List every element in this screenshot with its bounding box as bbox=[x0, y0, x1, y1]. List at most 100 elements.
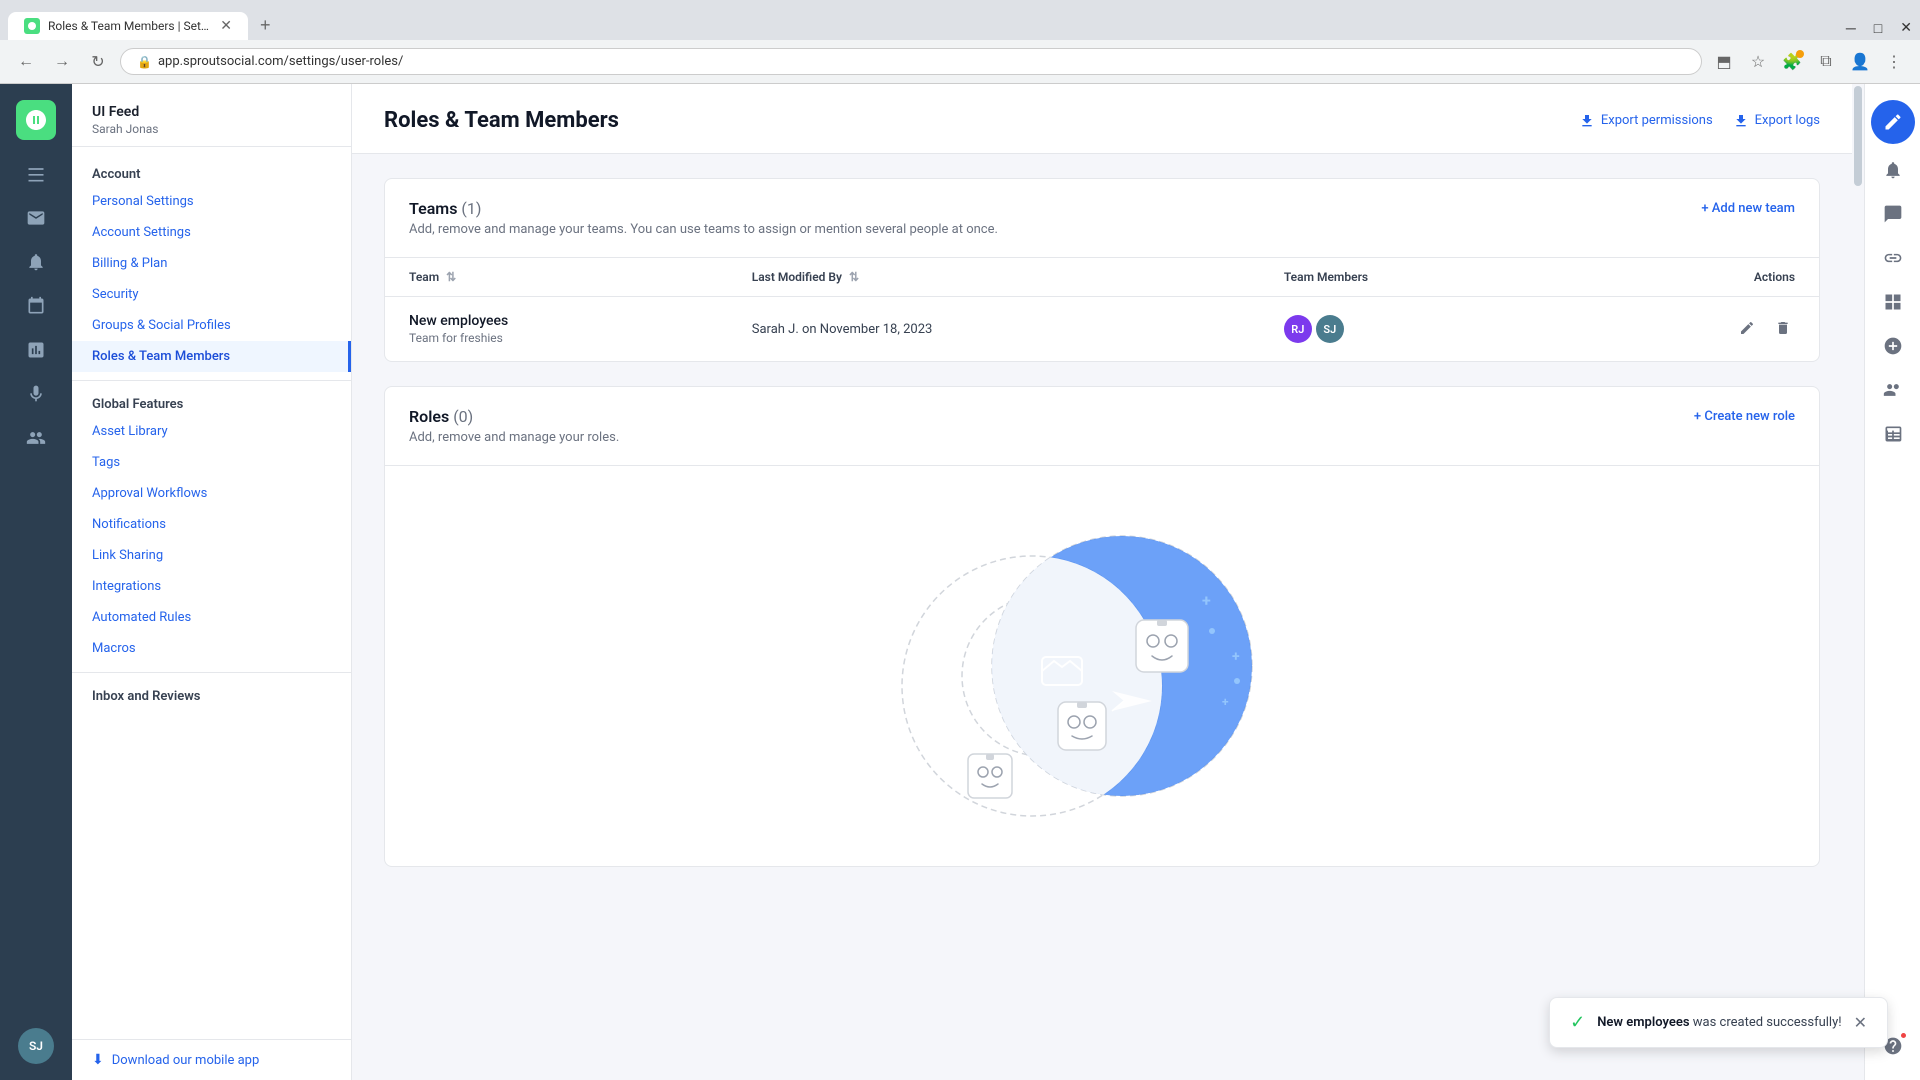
maximize-button[interactable]: □ bbox=[1866, 15, 1890, 40]
tab-favicon bbox=[24, 18, 40, 34]
toast-message: New employees was created successfully! bbox=[1597, 1015, 1841, 1030]
user-check-rail-icon bbox=[1883, 380, 1903, 400]
left-nav-rail: SJ bbox=[0, 84, 72, 1080]
grid-rail-button[interactable] bbox=[1875, 284, 1911, 320]
export-permissions-label: Export permissions bbox=[1601, 113, 1713, 128]
add-circle-rail-icon bbox=[1883, 336, 1903, 356]
profile-button[interactable]: 👤 bbox=[1846, 48, 1874, 76]
org-name: UI Feed bbox=[92, 104, 331, 120]
team-sort-icon[interactable]: ⇅ bbox=[446, 270, 456, 284]
toast-message-bold: New employees bbox=[1597, 1015, 1689, 1030]
toast-close-button[interactable]: ✕ bbox=[1854, 1013, 1867, 1033]
sidebar-item-personal-settings[interactable]: Personal Settings bbox=[72, 186, 351, 217]
sidebar-toggle-button[interactable]: ⧉ bbox=[1812, 48, 1840, 76]
sidebar-item-tags[interactable]: Tags bbox=[72, 447, 351, 478]
sidebar-footer: ⬇ Download our mobile app bbox=[72, 1039, 351, 1080]
sidebar-item-macros[interactable]: Macros bbox=[72, 633, 351, 664]
teams-title-area: Teams (1) Add, remove and manage your te… bbox=[409, 199, 998, 237]
nav-feed-icon[interactable] bbox=[18, 156, 54, 192]
right-rail bbox=[1864, 84, 1920, 1080]
download-app-link[interactable]: ⬇ Download our mobile app bbox=[92, 1052, 331, 1068]
main-scrollable: Roles & Team Members Export permissions … bbox=[352, 84, 1852, 1080]
download-icon: ⬇ bbox=[92, 1052, 104, 1068]
sidebar-item-billing-plan[interactable]: Billing & Plan bbox=[72, 248, 351, 279]
nav-team-icon[interactable] bbox=[18, 420, 54, 456]
add-team-button[interactable]: + Add new team bbox=[1701, 199, 1795, 216]
svg-text:+: + bbox=[1232, 649, 1240, 665]
browser-tab[interactable]: Roles & Team Members | Settin... ✕ bbox=[8, 12, 248, 40]
refresh-button[interactable]: ↻ bbox=[84, 48, 112, 76]
nav-notifications-icon[interactable] bbox=[18, 244, 54, 280]
sidebar-header: UI Feed Sarah Jonas bbox=[72, 84, 351, 147]
col-actions: Actions bbox=[1568, 258, 1819, 297]
compose-button[interactable] bbox=[1871, 100, 1915, 144]
address-bar[interactable]: 🔒 app.sproutsocial.com/settings/user-rol… bbox=[120, 48, 1702, 75]
team-name: New employees bbox=[409, 313, 704, 329]
delete-team-button[interactable] bbox=[1771, 316, 1795, 343]
messages-rail-button[interactable] bbox=[1875, 196, 1911, 232]
sidebar-section-global: Global Features bbox=[72, 389, 351, 416]
user-avatar[interactable]: SJ bbox=[18, 1028, 54, 1064]
sidebar-section-account: Account bbox=[72, 159, 351, 186]
sidebar-item-roles-team[interactable]: Roles & Team Members bbox=[72, 341, 351, 372]
edit-icon bbox=[1739, 320, 1755, 336]
svg-text:+: + bbox=[1222, 695, 1229, 709]
export-logs-icon bbox=[1733, 113, 1749, 129]
new-tab-button[interactable]: + bbox=[252, 11, 279, 40]
teams-section-title: Teams (1) bbox=[409, 199, 998, 218]
col-last-modified: Last Modified By ⇅ bbox=[728, 258, 1260, 297]
scroll-track[interactable] bbox=[1852, 84, 1864, 1080]
nav-analytics-icon[interactable] bbox=[18, 332, 54, 368]
sidebar-user-name: Sarah Jonas bbox=[92, 122, 331, 136]
sidebar-section-inbox: Inbox and Reviews bbox=[72, 681, 351, 708]
toast-message-rest: was created successfully! bbox=[1690, 1015, 1842, 1030]
roles-section-card: Roles (0) Add, remove and manage your ro… bbox=[384, 386, 1820, 867]
sidebar-item-approval-workflows[interactable]: Approval Workflows bbox=[72, 478, 351, 509]
modified-sort-icon[interactable]: ⇅ bbox=[849, 270, 859, 284]
close-window-button[interactable]: ✕ bbox=[1892, 15, 1920, 40]
roles-section-title: Roles (0) bbox=[409, 407, 619, 426]
forward-button[interactable]: → bbox=[48, 48, 76, 76]
team-subtitle: Team for freshies bbox=[409, 331, 704, 345]
more-menu-button[interactable]: ⋮ bbox=[1880, 48, 1908, 76]
tab-close-button[interactable]: ✕ bbox=[220, 18, 232, 34]
user-check-rail-button[interactable] bbox=[1875, 372, 1911, 408]
app-logo[interactable] bbox=[16, 100, 56, 140]
extensions-button[interactable]: 🧩 bbox=[1778, 48, 1806, 76]
sidebar-item-notifications[interactable]: Notifications bbox=[72, 509, 351, 540]
export-logs-button[interactable]: Export logs bbox=[1733, 113, 1820, 129]
sidebar-item-link-sharing[interactable]: Link Sharing bbox=[72, 540, 351, 571]
actions-cell bbox=[1568, 297, 1819, 362]
table-rail-button[interactable] bbox=[1875, 416, 1911, 452]
sidebar-item-integrations[interactable]: Integrations bbox=[72, 571, 351, 602]
col-members: Team Members bbox=[1260, 258, 1568, 297]
notifications-rail-button[interactable] bbox=[1875, 152, 1911, 188]
member-avatars: RJ SJ bbox=[1284, 315, 1544, 343]
roles-illustration: + + + bbox=[842, 506, 1362, 826]
url-text: app.sproutsocial.com/settings/user-roles… bbox=[158, 54, 403, 69]
delete-icon bbox=[1775, 320, 1791, 336]
teams-table: Team ⇅ Last Modified By ⇅ Team Members A… bbox=[385, 258, 1819, 361]
edit-team-button[interactable] bbox=[1735, 316, 1759, 343]
minimize-button[interactable]: ─ bbox=[1838, 15, 1864, 40]
sidebar-item-automated-rules[interactable]: Automated Rules bbox=[72, 602, 351, 633]
nav-schedule-icon[interactable] bbox=[18, 288, 54, 324]
page-title: Roles & Team Members bbox=[384, 108, 619, 133]
bookmark-button[interactable]: ☆ bbox=[1744, 48, 1772, 76]
nav-listening-icon[interactable] bbox=[18, 376, 54, 412]
sidebar-item-asset-library[interactable]: Asset Library bbox=[72, 416, 351, 447]
scroll-thumb[interactable] bbox=[1854, 86, 1862, 186]
export-permissions-button[interactable]: Export permissions bbox=[1579, 113, 1713, 129]
roles-section-header: Roles (0) Add, remove and manage your ro… bbox=[385, 387, 1819, 466]
roles-description: Add, remove and manage your roles. bbox=[409, 430, 619, 445]
sidebar-item-security[interactable]: Security bbox=[72, 279, 351, 310]
cast-button[interactable]: ⬒ bbox=[1710, 48, 1738, 76]
sidebar-item-groups-social[interactable]: Groups & Social Profiles bbox=[72, 310, 351, 341]
nav-inbox-icon[interactable] bbox=[18, 200, 54, 236]
teams-section-card: Teams (1) Add, remove and manage your te… bbox=[384, 178, 1820, 362]
sidebar-item-account-settings[interactable]: Account Settings bbox=[72, 217, 351, 248]
create-role-button[interactable]: + Create new role bbox=[1694, 407, 1795, 424]
back-button[interactable]: ← bbox=[12, 48, 40, 76]
add-circle-rail-button[interactable] bbox=[1875, 328, 1911, 364]
link-rail-button[interactable] bbox=[1875, 240, 1911, 276]
